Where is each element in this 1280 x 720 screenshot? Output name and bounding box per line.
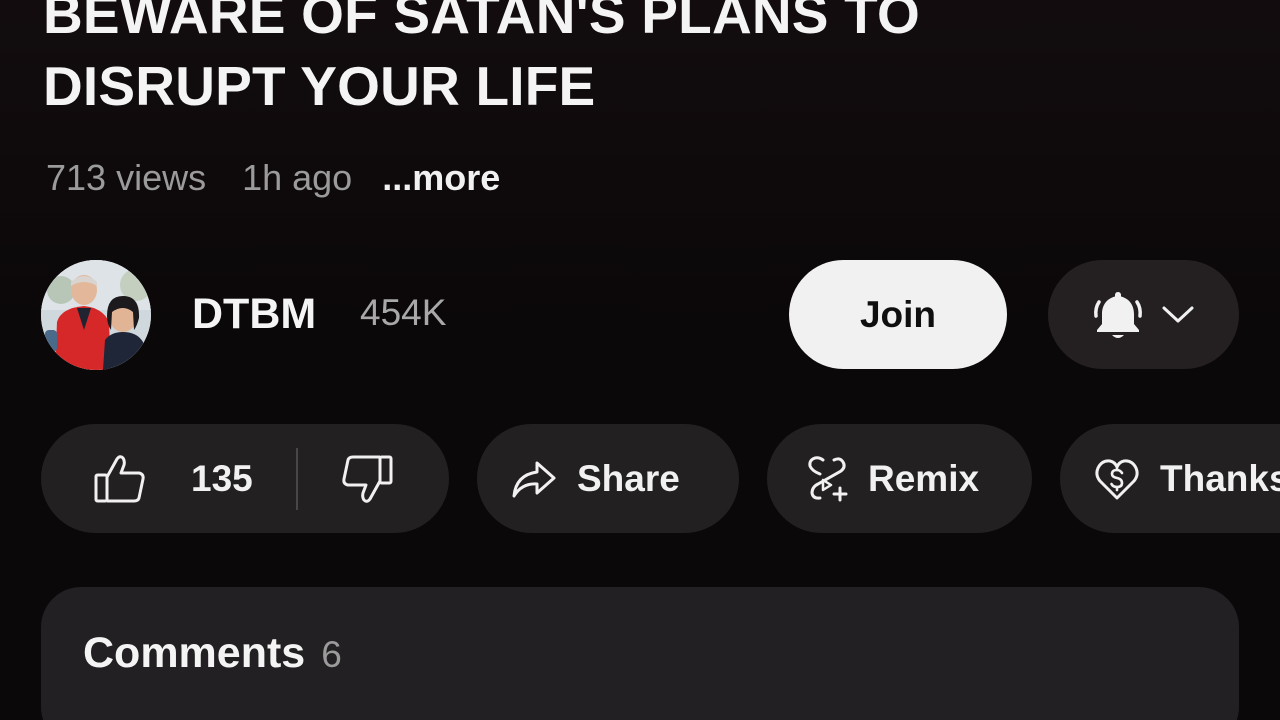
chevron-down-icon: [1161, 305, 1195, 325]
view-count: 713 views: [46, 157, 207, 198]
subscriber-count: 454K: [360, 292, 447, 333]
like-dislike-group: 135: [41, 424, 449, 533]
remix-icon: [804, 454, 850, 504]
video-meta: 713 views 1h ago ...more: [46, 154, 500, 202]
video-title: BEWARE OF SATAN'S PLANS TO DISRUPT YOUR …: [43, 0, 1143, 122]
video-watch-page: BEWARE OF SATAN'S PLANS TO DISRUPT YOUR …: [0, 0, 1280, 720]
video-title-line-2: DISRUPT YOUR LIFE: [43, 55, 596, 117]
channel-avatar[interactable]: [41, 260, 151, 370]
comments-count: 6: [321, 634, 342, 675]
video-title-line-1: BEWARE OF SATAN'S PLANS TO: [43, 0, 920, 45]
thanks-button[interactable]: Thanks: [1060, 424, 1280, 533]
comments-title: Comments: [83, 629, 306, 677]
like-button[interactable]: 135: [41, 424, 253, 533]
like-count: 135: [191, 457, 253, 499]
thanks-label: Thanks: [1160, 457, 1280, 499]
upload-time: 1h ago: [242, 157, 353, 198]
notification-settings-button[interactable]: [1048, 260, 1239, 369]
share-label: Share: [577, 457, 680, 499]
more-description-link[interactable]: ...more: [382, 157, 500, 199]
remix-label: Remix: [868, 457, 980, 499]
channel-name[interactable]: DTBM: [192, 290, 316, 339]
avatar-photo: [41, 260, 151, 370]
dislike-button[interactable]: [298, 424, 394, 533]
thumbs-up-icon: [93, 453, 147, 505]
share-arrow-icon: [511, 459, 557, 499]
heart-dollar-icon: [1094, 457, 1140, 501]
bell-icon: [1093, 288, 1143, 342]
comments-heading: Comments 6: [83, 629, 342, 678]
remix-button[interactable]: Remix: [767, 424, 1032, 533]
thumbs-down-icon: [340, 453, 394, 505]
share-button[interactable]: Share: [477, 424, 739, 533]
comments-section[interactable]: Comments 6: [41, 587, 1239, 720]
join-button[interactable]: Join: [789, 260, 1007, 369]
